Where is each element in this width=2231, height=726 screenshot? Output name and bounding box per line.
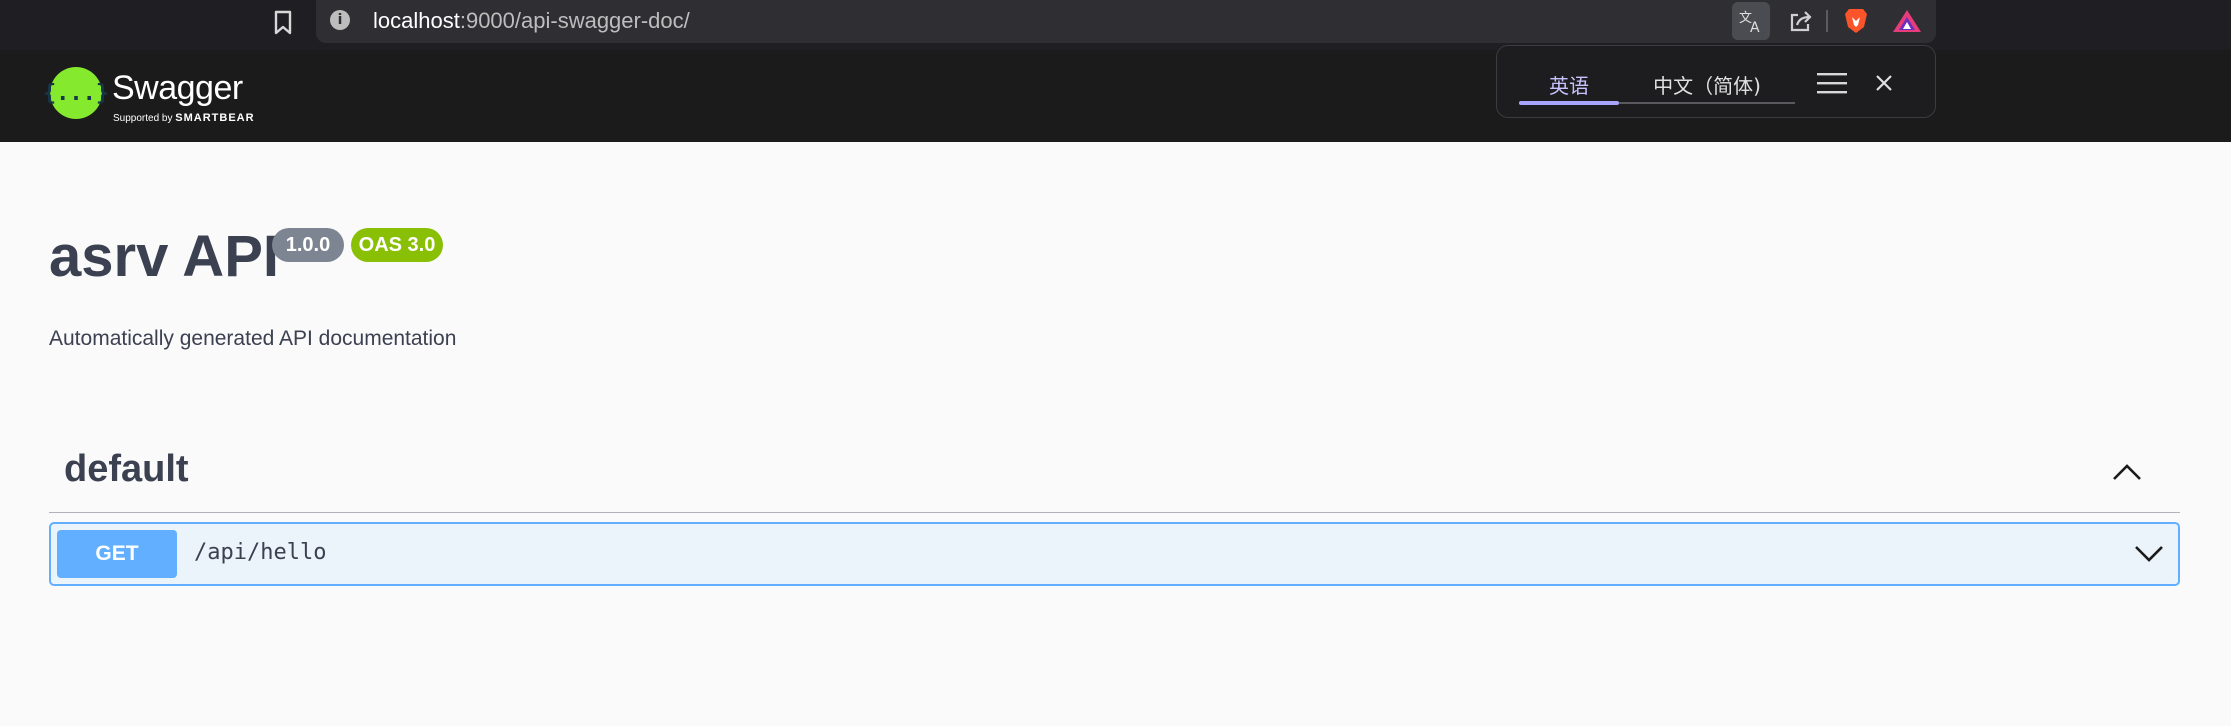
share-icon <box>1790 11 1812 32</box>
tag-default-title[interactable]: default <box>64 448 189 491</box>
operation-get-api-hello[interactable]: GET /api/hello <box>49 522 2180 586</box>
browser-toolbar: i localhost:9000/api-swagger-doc/ 文 A <box>0 0 2231 50</box>
translate-tab-target[interactable]: 中文（简体) <box>1619 66 1795 106</box>
tag-divider <box>49 512 2180 513</box>
url-text[interactable]: localhost:9000/api-swagger-doc/ <box>373 6 690 36</box>
translate-tab-source[interactable]: 英语 <box>1519 66 1619 106</box>
api-title: asrv API <box>49 224 279 289</box>
swagger-logo-text: Swagger <box>112 69 243 107</box>
oas-badge: OAS 3.0 <box>351 228 443 262</box>
url-path: :9000/api-swagger-doc/ <box>459 8 690 33</box>
rewards-triangle-icon <box>1893 10 1921 32</box>
bookmark-icon <box>274 10 292 35</box>
swagger-logo[interactable]: {...} Swagger Supported by SMARTBEAR <box>43 67 270 127</box>
tag-collapse-button[interactable] <box>2110 455 2144 489</box>
translate-button[interactable]: 文 A <box>1732 2 1770 40</box>
logo-sub-brand: SMARTBEAR <box>175 112 255 124</box>
share-button[interactable] <box>1785 5 1817 37</box>
translate-tab-indicator <box>1519 101 1619 105</box>
api-description: Automatically generated API documentatio… <box>49 327 457 350</box>
http-method-badge[interactable]: GET <box>57 530 177 578</box>
translate-menu-button[interactable] <box>1815 66 1849 100</box>
chevron-down-icon <box>2135 546 2163 562</box>
operation-path[interactable]: /api/hello <box>194 540 326 565</box>
url-host: localhost <box>373 8 460 33</box>
bookmark-button[interactable] <box>268 8 298 38</box>
operation-expand-button[interactable] <box>2131 536 2167 572</box>
swagger-logo-subtitle: Supported by SMARTBEAR <box>113 112 255 124</box>
translate-close-button[interactable] <box>1867 66 1901 100</box>
close-icon <box>1876 75 1892 91</box>
swagger-logo-icon: {...} <box>43 67 109 119</box>
translate-popup: 英语 中文（简体) <box>1496 45 1936 118</box>
logo-sub-prefix: Supported by <box>113 113 173 124</box>
brave-shields-button[interactable] <box>1840 5 1872 37</box>
hamburger-icon <box>1817 73 1847 94</box>
site-info-icon[interactable]: i <box>330 10 350 30</box>
chevron-up-icon <box>2113 464 2141 480</box>
brave-rewards-button[interactable] <box>1890 5 1924 37</box>
toolbar-separator <box>1826 10 1828 32</box>
brave-lion-icon <box>1845 9 1867 33</box>
version-badge: 1.0.0 <box>272 228 344 262</box>
svg-text:A: A <box>1750 20 1760 34</box>
translate-icon: 文 A <box>1739 11 1760 34</box>
